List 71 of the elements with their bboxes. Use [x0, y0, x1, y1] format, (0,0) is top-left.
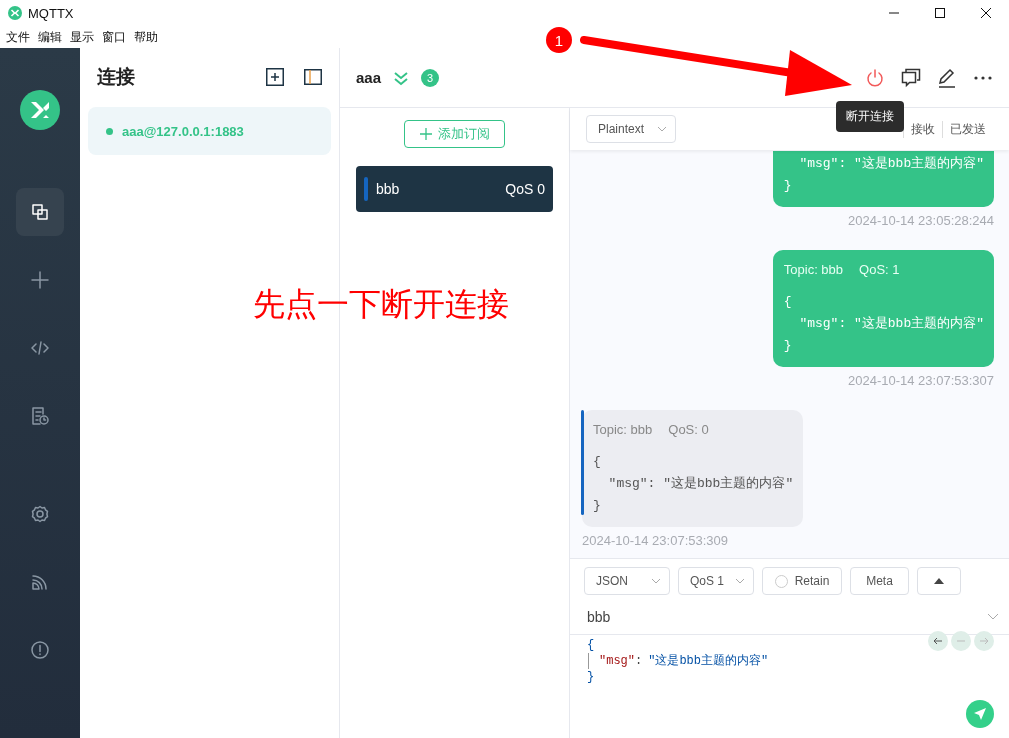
add-icon[interactable]	[266, 68, 284, 86]
info-icon	[31, 641, 49, 659]
chat-icon[interactable]	[901, 67, 921, 88]
message-payload-line: {	[593, 453, 602, 471]
power-icon[interactable]	[865, 67, 885, 88]
message-qos: QoS: 1	[859, 262, 900, 277]
retain-radio[interactable]	[774, 574, 788, 588]
message-payload-line: "msg": "这是bbb主题的内容"	[798, 315, 984, 333]
message-payload-line: {	[783, 293, 793, 311]
close-icon[interactable]	[981, 8, 991, 18]
message-topic: Topic: bbb	[593, 422, 653, 437]
message-payload-line: }	[593, 497, 602, 515]
subscription-topic: bbb	[376, 181, 400, 197]
feed-icon	[31, 573, 49, 591]
plus-icon	[31, 271, 49, 289]
menu-item[interactable]: 帮助	[134, 28, 158, 46]
edit-icon[interactable]	[937, 67, 957, 88]
chevron-down-icon	[651, 578, 661, 584]
meta-button[interactable]: Meta	[850, 567, 909, 595]
window-title: MQTTX	[28, 5, 74, 21]
filter-tab[interactable]: 接收	[903, 120, 942, 138]
connection-name: aaa@127.0.0.1:1883	[122, 123, 244, 139]
settings-icon	[31, 505, 49, 523]
tooltip: 断开连接	[836, 101, 904, 132]
message-time: 2024-10-14 23:07:53:307	[848, 373, 994, 388]
history-back-button[interactable]	[928, 631, 948, 651]
payload-editor[interactable]: { "msg": "这是bbb主题的内容" }	[570, 635, 1009, 685]
message-time: 2024-10-14 23:05:28:244	[848, 213, 994, 228]
plus-icon	[419, 128, 432, 140]
menu-item[interactable]: 文件	[6, 28, 30, 46]
annotation-text: 先点一下断开连接	[253, 284, 509, 325]
qos-select[interactable]: QoS 1	[678, 567, 754, 595]
payload-format-select[interactable]: JSON	[584, 567, 670, 595]
retain-toggle[interactable]: Retain	[762, 567, 842, 595]
send-button[interactable]	[966, 700, 994, 728]
code-icon	[31, 339, 49, 357]
subscription-item[interactable]: bbb QoS 0	[356, 166, 553, 212]
message-payload-line: "msg": "这是bbb主题的内容"	[798, 155, 984, 173]
menu-item[interactable]: 编辑	[38, 28, 62, 46]
chevron-down-icon	[735, 578, 745, 584]
nav-button[interactable]	[16, 188, 64, 236]
double-chevron-icon[interactable]	[393, 69, 410, 86]
arrow-right-icon	[979, 636, 989, 646]
sidebar-toggle-icon[interactable]	[304, 69, 322, 85]
message-payload-line: "msg": "这是bbb主题的内容"	[607, 475, 794, 493]
subscription-qos: QoS 0	[505, 181, 545, 197]
app-logo-icon	[8, 6, 22, 20]
maximize-icon[interactable]	[935, 8, 945, 18]
arrow-left-icon	[933, 636, 943, 646]
step-badge: 1	[546, 27, 572, 53]
document-clock-icon	[31, 407, 49, 425]
message-qos: QoS: 0	[668, 422, 709, 437]
filter-tab[interactable]: 已发送	[942, 120, 993, 138]
app-logo-icon	[20, 90, 60, 130]
menu-item[interactable]: 显示	[70, 28, 94, 46]
message-payload-line: }	[783, 337, 793, 355]
message-payload-line: }	[783, 177, 793, 195]
message-time: 2024-10-14 23:07:53:309	[582, 533, 728, 548]
chevron-down-icon[interactable]	[987, 613, 999, 620]
menu-item[interactable]: 窗口	[102, 28, 126, 46]
topic-input[interactable]: bbb	[587, 608, 611, 625]
expand-button[interactable]	[917, 567, 961, 595]
triangle-up-icon	[934, 578, 944, 584]
send-icon	[973, 707, 987, 721]
panel-title: 连接	[97, 65, 135, 89]
connections-icon	[31, 203, 49, 221]
message-topic: Topic: bbb	[783, 262, 844, 277]
connection-title: aaa	[356, 69, 382, 86]
chevron-down-icon	[657, 126, 667, 132]
format-select[interactable]: Plaintext	[586, 115, 676, 143]
unread-badge: 3	[421, 68, 440, 87]
